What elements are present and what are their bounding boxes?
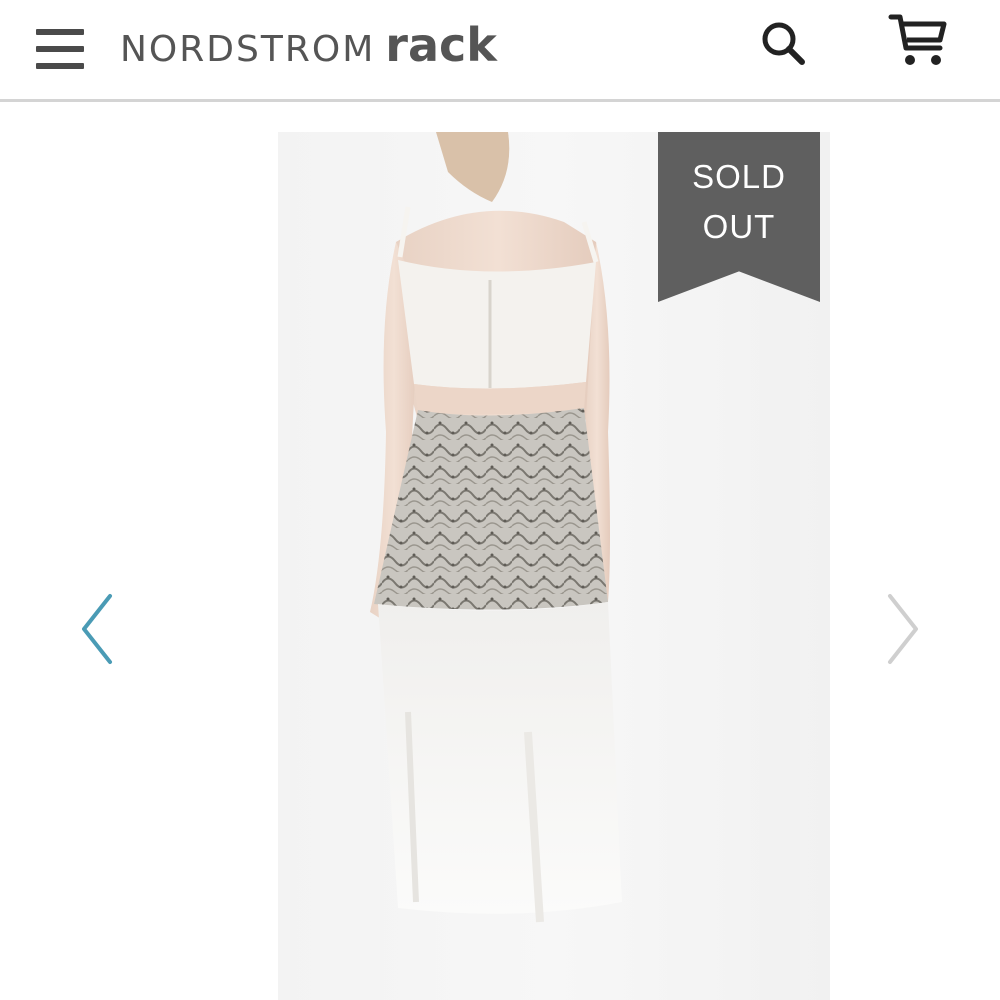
search-button[interactable]: [758, 18, 810, 70]
site-logo[interactable]: NORDSTROM rack: [120, 18, 497, 78]
hamburger-menu-icon-bar: [36, 46, 84, 52]
hamburger-menu-icon: [36, 29, 84, 35]
site-header: NORDSTROM rack: [0, 0, 1000, 102]
sold-out-badge-line1: SOLD: [692, 158, 786, 195]
search-icon: [762, 22, 805, 65]
logo-sub-text: rack: [385, 18, 497, 72]
next-image-button[interactable]: [880, 592, 924, 666]
previous-image-button[interactable]: [76, 592, 120, 666]
menu-button[interactable]: [36, 27, 86, 71]
sold-out-badge-line2: OUT: [702, 208, 776, 245]
cart-button[interactable]: [888, 12, 948, 68]
cart-icon: [888, 14, 947, 65]
product-image-gallery: [0, 102, 1000, 1000]
hamburger-menu-icon-bar: [36, 63, 84, 69]
chevron-left-icon: [82, 594, 112, 664]
chevron-right-icon: [888, 594, 918, 664]
logo-brand-text: NORDSTROM: [120, 29, 376, 70]
